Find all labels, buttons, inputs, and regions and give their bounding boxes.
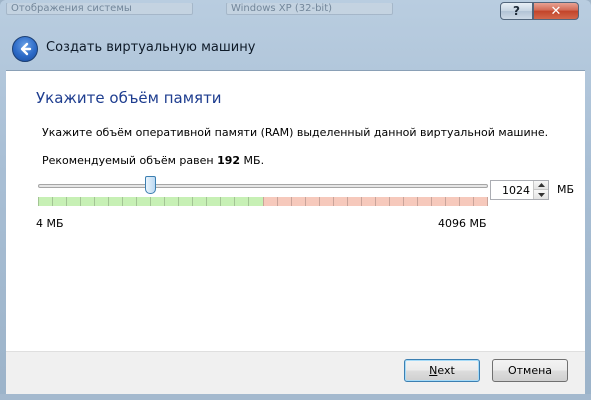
slider-max-label: 4096 МБ xyxy=(438,217,487,230)
slider-tick xyxy=(346,197,348,206)
help-button[interactable]: ? xyxy=(500,2,533,20)
back-arrow-icon xyxy=(20,42,32,56)
slider-tick xyxy=(122,197,124,206)
wizard-content: Укажите объём памяти Укажите объём опера… xyxy=(6,70,585,352)
slider-tick xyxy=(444,197,446,206)
slider-tick xyxy=(472,197,474,206)
slider-tick xyxy=(360,197,362,206)
slider-tick xyxy=(318,197,320,206)
slider-tick xyxy=(416,197,418,206)
slider-tick xyxy=(290,197,292,206)
wizard-header: Создать виртуальную машину xyxy=(6,24,585,70)
slider-tick xyxy=(374,197,376,206)
slider-ticks xyxy=(38,197,488,206)
slider-tick xyxy=(388,197,390,206)
window-bottom-edge xyxy=(0,394,591,400)
slider-tick xyxy=(262,197,264,206)
close-icon: ✕ xyxy=(550,3,562,19)
memory-slider[interactable] xyxy=(36,176,491,216)
slider-tick xyxy=(108,197,110,206)
background-text-2: Windows XP (32-bit) xyxy=(225,3,394,15)
recommended-value: 192 xyxy=(217,154,241,167)
slider-tick xyxy=(332,197,334,206)
slider-scale xyxy=(38,197,488,206)
spin-buttons xyxy=(533,181,548,199)
slider-tick xyxy=(66,197,68,206)
slider-tick xyxy=(430,197,432,206)
slider-tick xyxy=(192,197,194,206)
slider-tick xyxy=(52,197,54,206)
slider-tick xyxy=(276,197,278,206)
slider-track[interactable] xyxy=(38,184,488,188)
slider-tick xyxy=(248,197,250,206)
slider-tick xyxy=(136,197,138,206)
next-mnemonic: N xyxy=(429,364,438,377)
cancel-button[interactable]: Отмена xyxy=(492,359,568,382)
page-title: Укажите объём памяти xyxy=(36,89,222,107)
close-button[interactable]: ✕ xyxy=(533,2,579,20)
slider-tick xyxy=(402,197,404,206)
wizard-footer: Next Отмена xyxy=(6,351,585,395)
back-button[interactable] xyxy=(12,36,38,62)
wizard-title: Создать виртуальную машину xyxy=(46,40,256,55)
background-text-1: Отображения системы xyxy=(6,3,193,15)
memory-description: Укажите объём оперативной памяти (RAM) в… xyxy=(42,126,549,139)
spin-down-button[interactable] xyxy=(533,190,548,199)
memory-spinbox[interactable] xyxy=(490,180,549,200)
recommended-memory-text: Рекомендуемый объём равен 192 МБ. xyxy=(42,154,264,167)
slider-tick xyxy=(487,197,488,206)
slider-tick xyxy=(234,197,236,206)
slider-tick xyxy=(178,197,180,206)
slider-min-label: 4 МБ xyxy=(36,217,64,230)
slider-handle[interactable] xyxy=(145,176,156,194)
slider-tick xyxy=(38,197,39,206)
help-icon: ? xyxy=(513,4,520,18)
recommended-prefix: Рекомендуемый объём равен xyxy=(42,154,218,167)
window-frame: Отображения системы Windows XP (32-bit) … xyxy=(0,0,591,400)
slider-tick xyxy=(220,197,222,206)
slider-tick xyxy=(458,197,460,206)
slider-tick xyxy=(164,197,166,206)
slider-tick xyxy=(206,197,208,206)
recommended-suffix: МБ. xyxy=(240,154,265,167)
slider-tick xyxy=(94,197,96,206)
next-label: ext xyxy=(437,364,455,377)
next-button[interactable]: Next xyxy=(404,359,480,382)
background-window-text: Отображения системы Windows XP (32-bit) xyxy=(6,3,501,19)
slider-tick xyxy=(150,197,152,206)
spin-up-button[interactable] xyxy=(533,181,548,190)
memory-input[interactable] xyxy=(491,181,533,199)
slider-tick xyxy=(80,197,82,206)
memory-unit-label: МБ xyxy=(557,183,575,196)
triangle-down-icon xyxy=(537,192,545,197)
slider-tick xyxy=(304,197,306,206)
triangle-up-icon xyxy=(537,183,545,187)
